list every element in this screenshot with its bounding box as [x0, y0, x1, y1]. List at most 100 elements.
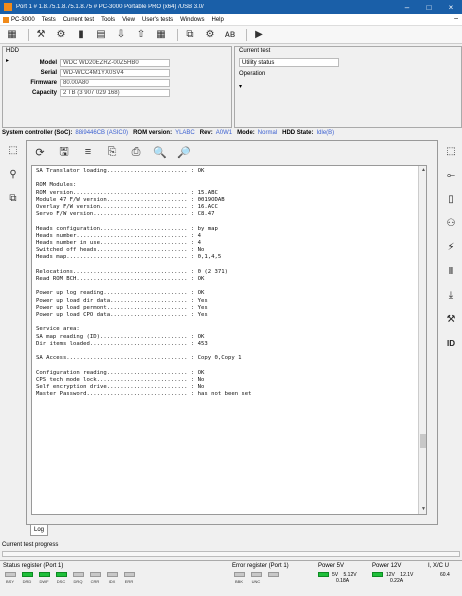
- progress-label: Current test progress: [2, 542, 59, 548]
- register-led: DRQ: [71, 572, 85, 584]
- menu-tools[interactable]: Tools: [101, 17, 115, 23]
- log-line: Power up load CPO data..................…: [36, 312, 208, 318]
- log-line: CPS tech mode lock......................…: [36, 376, 205, 383]
- led-label: DSC: [56, 579, 66, 584]
- open-icon[interactable]: ⟳: [31, 144, 49, 160]
- settings-icon[interactable]: ⚙: [202, 28, 218, 42]
- utility-icon[interactable]: ▦: [4, 28, 20, 42]
- log-line: Servo F/W version.......................…: [36, 211, 215, 218]
- hdd-capacity-value[interactable]: 2 TB (3 907 029 168): [60, 89, 170, 97]
- log-line: Self encryption drive...................…: [36, 383, 205, 390]
- close-button[interactable]: ×: [440, 3, 462, 12]
- hdd-serial-value[interactable]: WD-WCC4M1YX0SV4: [60, 69, 170, 77]
- log-line: Switched off heads......................…: [36, 247, 205, 254]
- upload-icon[interactable]: ⇧: [133, 28, 149, 42]
- led-lamp: [38, 572, 50, 577]
- register-led: UNC: [249, 572, 263, 584]
- log-toolbar: ⟳ 🖫 ≡ ⎘ ⎙ 🔍 🔎: [27, 141, 437, 163]
- mode-label: Mode:: [237, 130, 255, 136]
- hdd-serial-label: Serial: [40, 70, 57, 76]
- disk-tree-icon[interactable]: ⧉: [4, 190, 22, 206]
- menu-windows[interactable]: Windows: [180, 17, 204, 23]
- power-icon[interactable]: ⚡: [442, 239, 460, 255]
- table-icon[interactable]: ▦: [153, 28, 169, 42]
- log-scrollbar[interactable]: ▲ ▼: [418, 166, 426, 514]
- power5-led: [318, 572, 329, 578]
- log-text-area[interactable]: SA Translator loading...................…: [31, 165, 427, 515]
- menu-tests[interactable]: Tests: [42, 17, 56, 23]
- scroll-down-icon[interactable]: ▼: [420, 506, 426, 513]
- hdd-model-value[interactable]: WDC WD20EZRZ-00Z5HB0: [60, 59, 170, 67]
- status-register-leds: BSY DRD DWF DSC DRQ CRR IDX ERR: [3, 572, 139, 584]
- register-led: [266, 572, 280, 584]
- robot-icon[interactable]: ⚇: [442, 215, 460, 231]
- play-icon[interactable]: ▶: [251, 28, 267, 42]
- profile-icon[interactable]: ⚲: [4, 166, 22, 182]
- register-led: CRR: [88, 572, 102, 584]
- find-icon[interactable]: 🔍: [151, 144, 169, 160]
- separator-icon[interactable]: ≡: [79, 144, 97, 160]
- led-lamp: [72, 572, 84, 577]
- window-title: Port 1 # 1.8.75.1.8.75.1.8.75 # PC-3000 …: [16, 4, 204, 10]
- abc-icon[interactable]: ᴀʙ: [222, 28, 238, 42]
- map-icon[interactable]: ⬚: [442, 143, 460, 159]
- hdd-firmware-row: Firmware 80.00A80: [3, 79, 170, 87]
- menu-users-tests[interactable]: User's tests: [142, 17, 173, 23]
- pause-icon[interactable]: Ⅱ: [442, 263, 460, 279]
- mdi-minimize-button[interactable]: –: [454, 15, 458, 22]
- head-icon[interactable]: ⤓: [442, 287, 460, 303]
- hdd-panel-title: HDD: [6, 48, 19, 54]
- log-tab[interactable]: Log: [30, 525, 48, 536]
- current-test-title: Current test: [239, 48, 271, 54]
- map-icon[interactable]: ⬚: [4, 142, 22, 158]
- download-icon[interactable]: ⇩: [113, 28, 129, 42]
- log-line: Service area:: [36, 326, 80, 333]
- led-label: DRQ: [73, 579, 83, 584]
- menu-help[interactable]: Help: [211, 17, 223, 23]
- file-icon[interactable]: ▤: [93, 28, 109, 42]
- cable-icon[interactable]: ⟜: [442, 167, 460, 183]
- toolbar-separator: [246, 28, 247, 41]
- toolbar-separator: [28, 28, 29, 41]
- menu-current-test[interactable]: Current test: [63, 17, 94, 23]
- power12-title: Power 12V: [372, 563, 402, 569]
- drive-icon[interactable]: ▮: [73, 28, 89, 42]
- tools-icon[interactable]: ⚒: [442, 311, 460, 327]
- operation-dropdown-icon[interactable]: ▾: [239, 83, 242, 90]
- app-icon: [4, 3, 12, 11]
- battery-icon[interactable]: ▯: [442, 191, 460, 207]
- copy-icon[interactable]: ⧉: [182, 28, 198, 42]
- menu-pc3000[interactable]: PC-3000: [3, 17, 35, 23]
- error-register-title: Error register (Port 1): [232, 563, 289, 569]
- find-next-icon[interactable]: 🔎: [175, 144, 193, 160]
- scroll-thumb[interactable]: [420, 434, 426, 448]
- minimize-button[interactable]: –: [396, 3, 418, 12]
- scroll-up-icon[interactable]: ▲: [420, 167, 426, 174]
- hdd-state-label: HDD State:: [282, 130, 314, 136]
- led-lamp: [106, 572, 118, 577]
- menu-view[interactable]: View: [122, 17, 135, 23]
- save-icon[interactable]: 🖫: [55, 144, 73, 160]
- register-led: IDX: [105, 572, 119, 584]
- print-icon[interactable]: ⎙: [127, 144, 145, 160]
- log-line: Heads map...............................…: [36, 254, 222, 261]
- led-lamp: [123, 572, 135, 577]
- system-info-bar: System controller (SoC): 88i9446CB (ASIC…: [0, 128, 462, 138]
- led-lamp: [4, 572, 16, 577]
- hdd-model-label: Model: [39, 60, 57, 66]
- led-lamp: [233, 572, 245, 577]
- id-icon[interactable]: ID: [442, 335, 460, 351]
- status-register-title: Status register (Port 1): [3, 563, 64, 569]
- tools-icon[interactable]: ⚒: [33, 28, 49, 42]
- gear-icon[interactable]: ⚙: [53, 28, 69, 42]
- power5-v3: 0.18A: [336, 578, 350, 584]
- hdd-firmware-value[interactable]: 80.00A80: [60, 79, 170, 87]
- led-lamp: [267, 572, 279, 577]
- register-led: ERR: [122, 572, 136, 584]
- copy-icon[interactable]: ⎘: [103, 144, 121, 160]
- maximize-button[interactable]: □: [418, 3, 440, 12]
